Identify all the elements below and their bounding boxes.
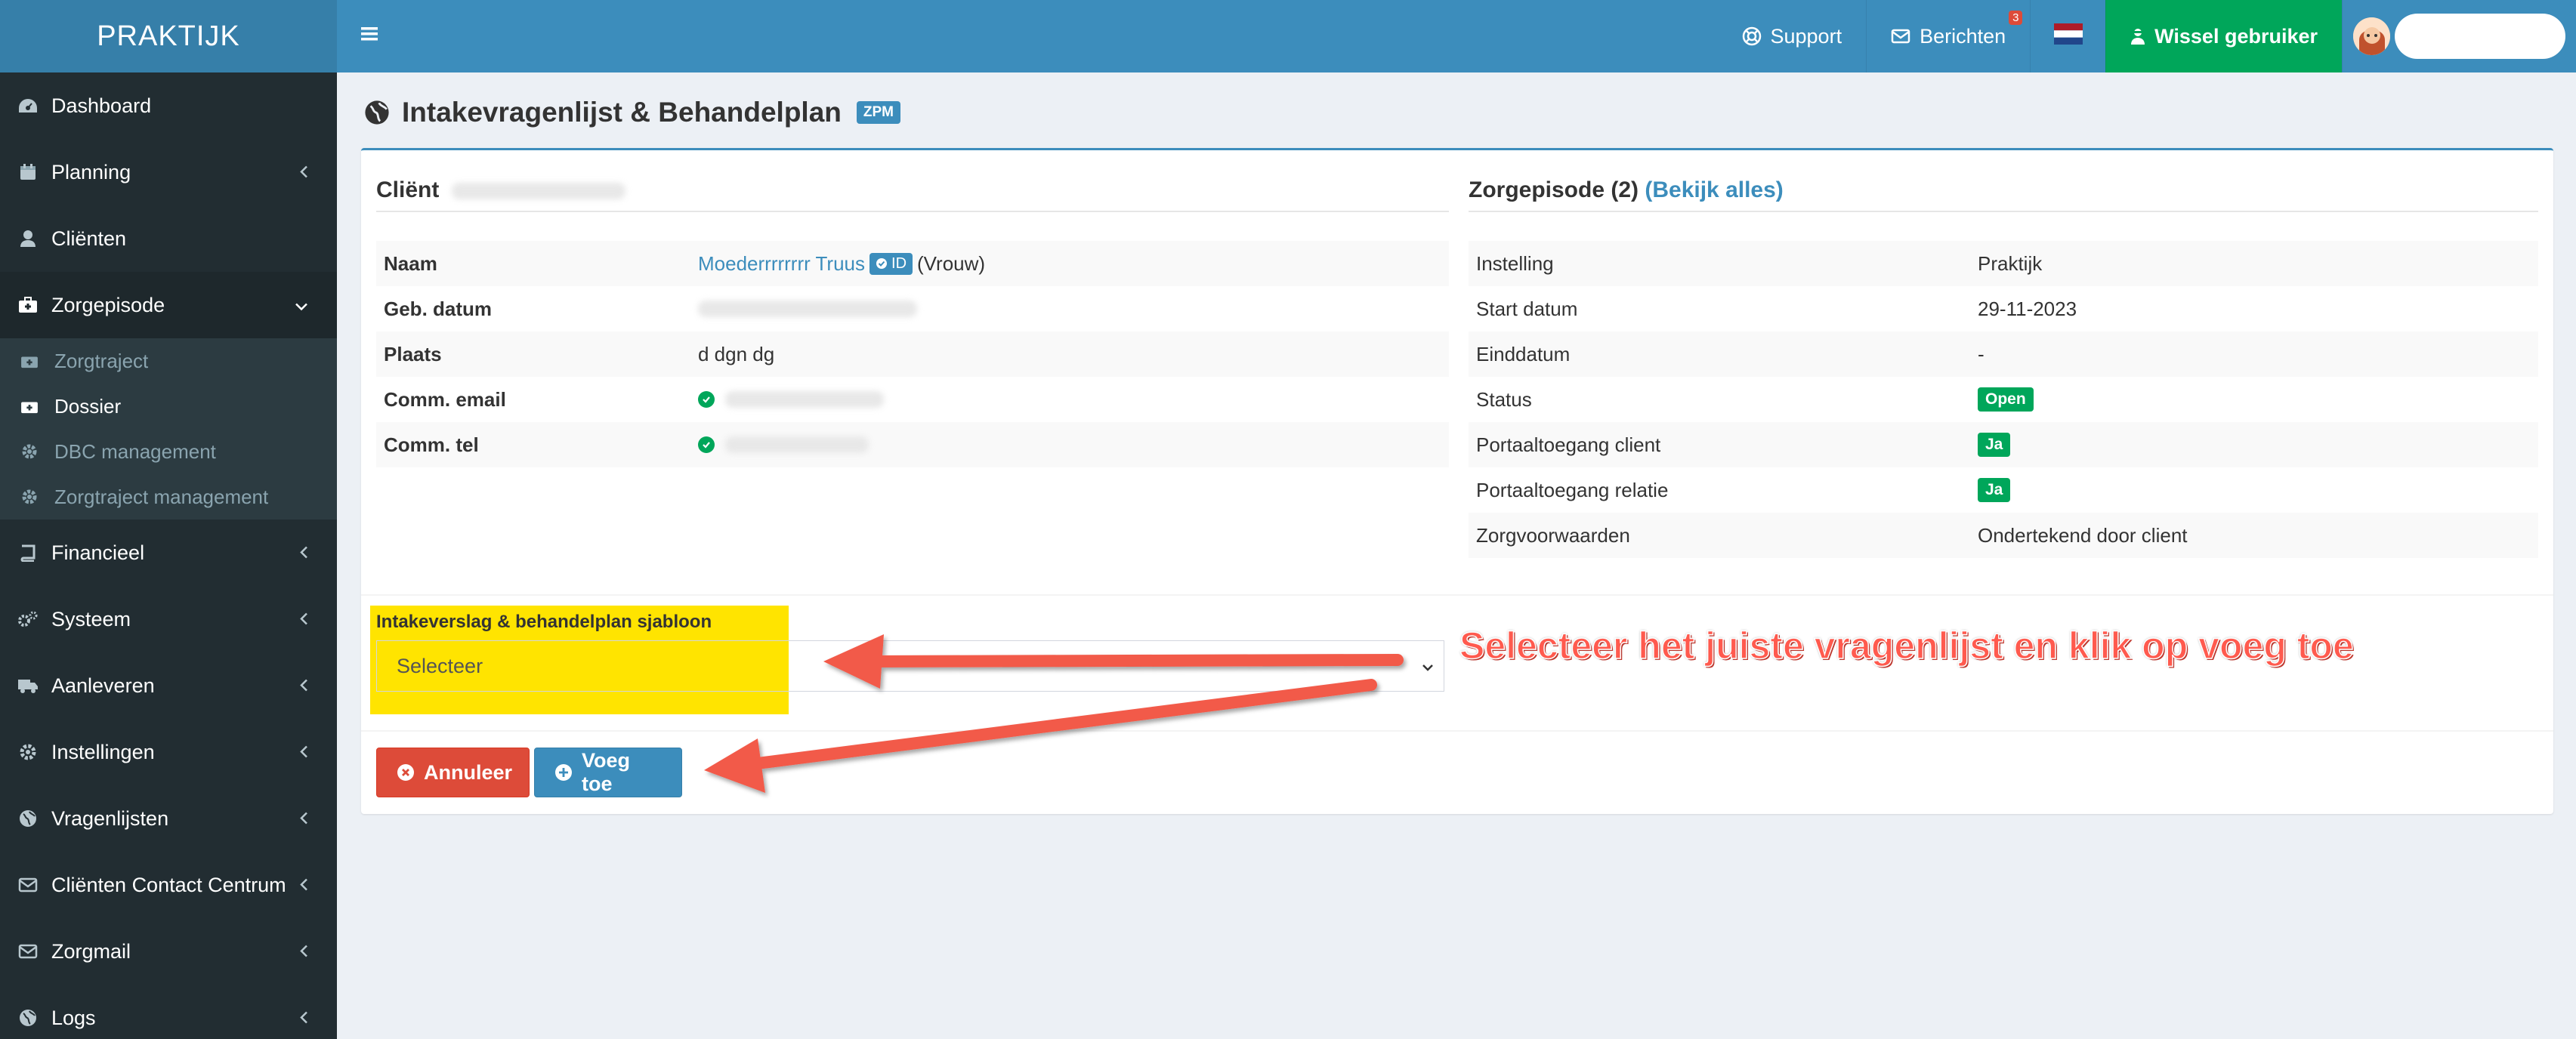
annotation-text: Selecteer het juiste vragenlijst en klik… (1459, 624, 2354, 667)
annotation-arrows (704, 634, 1404, 793)
arrow-to-select (823, 634, 1404, 689)
arrow-to-voeg-toe (704, 679, 1377, 793)
